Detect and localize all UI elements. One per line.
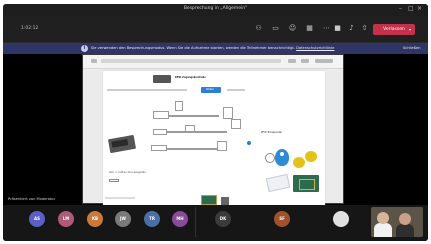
participant-avatar[interactable] (333, 211, 349, 227)
maximize-icon[interactable]: □ (408, 5, 414, 13)
participant-avatar[interactable]: JW (115, 211, 131, 227)
minimize-icon[interactable]: – (399, 5, 402, 13)
presenter-label: Präsentiert von Moderator (8, 197, 56, 201)
next-button-label: Weiter (206, 88, 214, 91)
meeting-timer: 1:02:12 (21, 26, 39, 31)
info-icon: i (81, 45, 88, 52)
share-icon[interactable]: ⇧ (360, 24, 369, 33)
leave-button[interactable]: Verlassen ▾ (373, 24, 415, 35)
self-video-tile[interactable] (371, 207, 423, 237)
rooms-icon[interactable]: ▦ (305, 24, 314, 33)
dock-divider (195, 207, 196, 237)
participant-avatar[interactable]: MH (172, 211, 188, 227)
participant-avatar[interactable]: LM (58, 211, 74, 227)
doc-logo (153, 75, 171, 83)
meeting-toolbar: 1:02:12 ⚇ ▭ ☺ ▦ ⋯ ■ ♪ ⇧ Verlassen ▾ (3, 16, 428, 43)
title-bar: Besprechung in „Allgemein“ – □ × (3, 4, 428, 16)
next-button[interactable]: Weiter (201, 87, 221, 93)
yellow-tag-image (293, 157, 305, 168)
info-banner: i Sie verwenden den Besprechungsmodus. W… (3, 43, 428, 54)
blue-fob-image (275, 149, 289, 166)
participant-avatar[interactable]: AS (29, 211, 45, 227)
participant-avatar[interactable]: TR (144, 211, 160, 227)
key-ring-image (265, 153, 275, 163)
thumbnail[interactable] (201, 195, 217, 205)
thumbnail[interactable] (221, 197, 229, 205)
rfid-tags-panel: RFID Transponder (261, 129, 325, 205)
close-icon[interactable]: × (417, 5, 422, 13)
more-icon[interactable]: ⋯ (322, 24, 331, 33)
leave-button-label: Verlassen (383, 27, 405, 32)
chevron-down-icon[interactable]: ▾ (409, 24, 411, 35)
shared-screen: RFID Zugangskontrolle Weiter Abb. 1: Auf… (82, 54, 344, 205)
participant-avatar[interactable]: DK (215, 211, 231, 227)
shared-document: RFID Zugangskontrolle Weiter Abb. 1: Auf… (103, 71, 325, 205)
browser-toolbar (83, 55, 343, 69)
banner-text: Sie verwenden den Besprechungsmodus. Wen… (91, 46, 335, 50)
participant-dock: AS LM KB JW TR MH DK SF (3, 205, 428, 241)
participant-avatar[interactable]: KB (87, 211, 103, 227)
rfid-reader-photo (107, 134, 137, 154)
white-card-image (265, 173, 291, 193)
teams-meeting-window: Besprechung in „Allgemein“ – □ × 1:02:12… (3, 4, 428, 241)
doc-heading: RFID Zugangskontrolle (175, 76, 206, 79)
meeting-stage: RFID Zugangskontrolle Weiter Abb. 1: Auf… (3, 54, 428, 205)
privacy-link[interactable]: Datenschutzrichtlinie (296, 46, 334, 50)
participants-icon[interactable]: ⚇ (254, 24, 263, 33)
camera-icon[interactable]: ■ (333, 24, 342, 33)
window-title: Besprechung in „Allgemein“ (183, 6, 248, 11)
participant-avatar[interactable]: SF (274, 211, 290, 227)
green-card-image (293, 175, 319, 192)
cursor-marker (247, 141, 251, 145)
banner-dismiss-button[interactable]: Schließen (403, 46, 421, 50)
panel-title: RFID Transponder (261, 131, 283, 134)
mic-icon[interactable]: ♪ (347, 24, 356, 33)
chat-icon[interactable]: ▭ (271, 24, 280, 33)
reactions-icon[interactable]: ☺ (288, 24, 297, 33)
yellow-tag-image (305, 151, 317, 162)
figure-caption: Abb. 1: Aufbau des Lesegeräts (109, 171, 146, 174)
